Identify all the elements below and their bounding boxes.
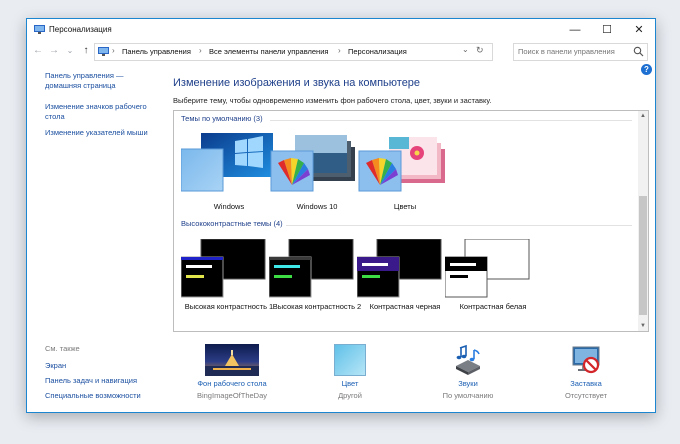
back-arrow-icon[interactable]: ← [31,44,45,58]
wallpaper-thumbnail [205,344,259,376]
see-also-link-taskbar[interactable]: Панель задач и навигация [45,373,165,388]
breadcrumb-personalization[interactable]: Персонализация [348,47,407,56]
address-dropdown-chevron-icon[interactable]: ⌄ [462,45,469,54]
theme-name: Windows [213,202,245,211]
theme-list: Темы по умолчанию (3) Windows Windows 10… [173,110,649,332]
breadcrumb-all-items[interactable]: Все элементы панели управления [209,47,328,56]
recent-locations-chevron-icon[interactable]: ⌄ [63,44,77,58]
theme-thumbnail [269,133,365,193]
theme-high-contrast-white[interactable]: Контрастная белая [444,238,541,312]
sounds-icon [452,344,484,376]
sidebar-link-mouse-pointers[interactable]: Изменение указателей мыши [45,128,155,138]
search-icon[interactable] [633,46,644,57]
forward-arrow-icon[interactable]: → [47,44,61,58]
wallpaper-value: BingImageOfTheDay [196,391,268,400]
personalization-window: Персонализация — ☐ ✕ ← → ⌄ ↑ › Панель уп… [26,18,656,413]
search-input[interactable] [518,45,628,58]
sounds-value: По умолчанию [442,391,494,400]
page-description: Выберите тему, чтобы одновременно измени… [173,96,492,105]
breadcrumb-separator-icon: › [338,46,341,55]
search-box[interactable] [513,43,648,61]
bottom-item-color[interactable]: Цвет Другой [295,344,405,400]
help-icon[interactable]: ? [641,64,652,75]
up-arrow-icon[interactable]: ↑ [79,44,93,58]
scroll-up-arrow-icon[interactable]: ▲ [638,111,648,121]
bottom-item-sounds[interactable]: Звуки По умолчанию [413,344,523,400]
theme-thumbnail [444,238,541,299]
sounds-label[interactable]: Звуки [413,379,523,388]
theme-name: Цветы [393,202,417,211]
see-also-section: См. также Экран Панель задач и навигация… [45,344,165,403]
color-label[interactable]: Цвет [295,379,405,388]
see-also-link-accessibility[interactable]: Специальные возможности [45,388,165,403]
theme-name: Высокая контрастность 1 [184,302,274,311]
sidebar-link-control-panel-home[interactable]: Панель управления — домашняя страница [45,71,137,91]
group-divider [286,225,632,226]
breadcrumb-control-panel[interactable]: Панель управления [122,47,191,56]
sidebar-link-desktop-icons[interactable]: Изменение значков рабочего стола [45,102,153,122]
title-bar[interactable]: Персонализация — ☐ ✕ [27,19,655,41]
sidebar: Панель управления — домашняя страница Из… [45,71,155,138]
window-title: Персонализация [49,25,112,34]
theme-name: Windows 10 [296,202,338,211]
theme-name: Контрастная черная [369,302,441,311]
group-title-default: Темы по умолчанию (3) [181,114,263,123]
screensaver-label[interactable]: Заставка [531,379,641,388]
theme-thumbnail [357,133,453,193]
maximize-button[interactable]: ☐ [591,19,623,41]
scroll-down-arrow-icon[interactable]: ▼ [638,321,648,331]
screensaver-value: Отсутствует [564,391,608,400]
close-button[interactable]: ✕ [623,19,655,41]
see-also-title: См. также [45,344,80,353]
theme-name: Высокая контрастность 2 [272,302,362,311]
theme-thumbnail [180,238,277,299]
page-title: Изменение изображения и звука на компьют… [173,77,421,89]
group-divider [270,120,632,121]
theme-high-contrast-2[interactable]: Высокая контрастность 2 [268,238,365,312]
theme-thumbnail [356,238,453,299]
theme-high-contrast-black[interactable]: Контрастная черная [356,238,453,312]
address-bar[interactable]: › Панель управления › Все элементы панел… [94,43,493,61]
minimize-button[interactable]: — [559,19,591,41]
group-title-high-contrast: Высококонтрастные темы (4) [181,219,283,228]
refresh-icon[interactable]: ↻ [476,45,484,56]
theme-thumbnail [180,133,277,193]
theme-windows-10[interactable]: Windows 10 [269,133,365,212]
theme-list-scrollbar[interactable]: ▲ ▼ [638,111,648,331]
wallpaper-label[interactable]: Фон рабочего стола [177,379,287,388]
theme-flowers[interactable]: Цветы [357,133,453,212]
breadcrumb-separator-icon: › [112,46,115,55]
breadcrumb-separator-icon: › [199,46,202,55]
personalization-app-icon [34,25,45,34]
bottom-item-desktop-background[interactable]: Фон рабочего стола BingImageOfTheDay [177,344,287,400]
color-swatch [334,344,366,376]
control-panel-icon [98,47,109,56]
theme-name: Контрастная белая [459,302,527,311]
theme-windows[interactable]: Windows [180,133,277,212]
see-also-link-display[interactable]: Экран [45,358,165,373]
screensaver-icon [570,344,602,376]
navigation-bar: ← → ⌄ ↑ › Панель управления › Все элемен… [27,41,655,61]
color-value: Другой [338,391,362,400]
bottom-item-screensaver[interactable]: Заставка Отсутствует [531,344,641,400]
theme-high-contrast-1[interactable]: Высокая контрастность 1 [180,238,277,312]
scroll-thumb[interactable] [639,196,647,315]
theme-thumbnail [268,238,365,299]
